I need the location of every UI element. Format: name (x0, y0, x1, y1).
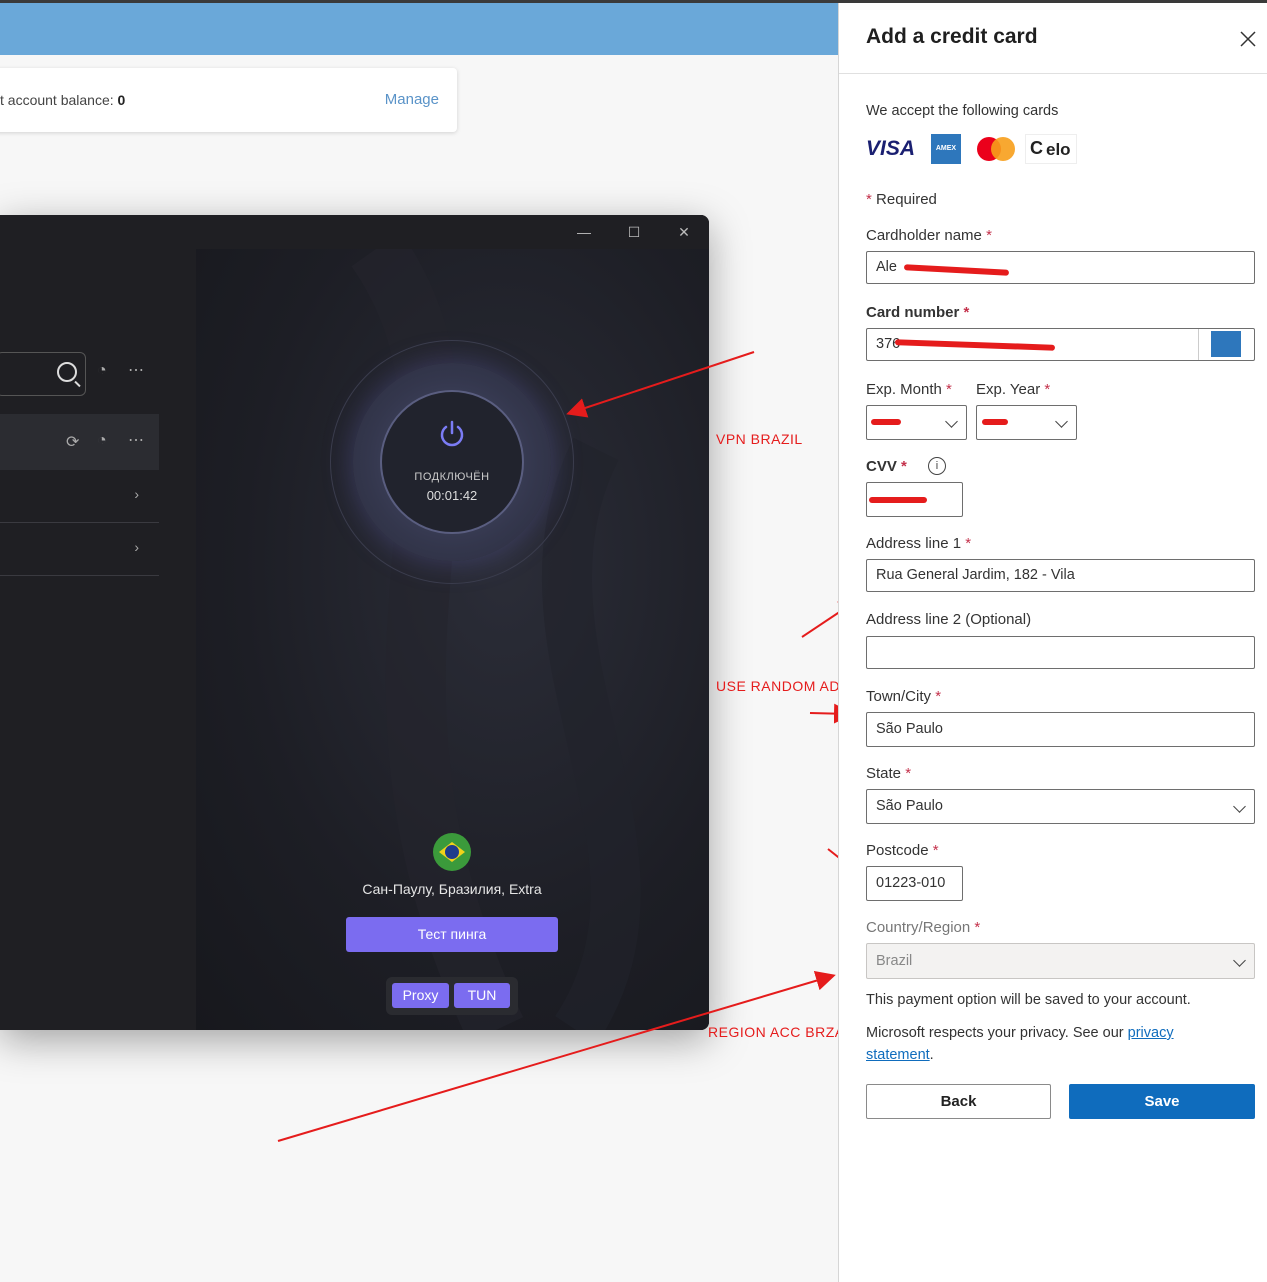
add-card-panel: Add a credit card We accept the followin… (838, 3, 1267, 1282)
annotation-region: REGION ACC BRZAIL (708, 1024, 858, 1040)
visa-logo: VISA (866, 137, 916, 160)
address2-input[interactable] (866, 636, 1255, 669)
address2-label: Address line 2 (Optional) (866, 611, 1032, 628)
country-label: Country/Region * (866, 919, 981, 936)
city-label: Town/City * (866, 688, 942, 705)
chevron-down-icon (1055, 415, 1068, 428)
annotation-vpn-brazil: VPN BRAZIL (716, 431, 803, 447)
mastercard-logo (972, 134, 1022, 164)
cardholder-label: Cardholder name * (866, 227, 992, 244)
privacy-statement-link[interactable]: statement (866, 1047, 930, 1063)
saved-note: This payment option will be saved to you… (866, 992, 1191, 1008)
chevron-down-icon (945, 415, 958, 428)
cvv-label: CVV * (866, 458, 907, 475)
address1-input[interactable]: Rua General Jardim, 182 - Vila (866, 559, 1255, 592)
postcode-input[interactable]: 01223-010 (866, 866, 963, 901)
exp-month-label: Exp. Month * (866, 381, 952, 398)
postcode-label: Postcode * (866, 842, 939, 859)
save-button[interactable]: Save (1069, 1084, 1255, 1119)
required-note: * Required (866, 191, 937, 208)
state-label: State * (866, 765, 912, 782)
elo-logo: C elo (1025, 134, 1077, 164)
amex-logo: AMEX (931, 134, 961, 164)
panel-header: Add a credit card (839, 3, 1267, 74)
back-button[interactable]: Back (866, 1084, 1051, 1119)
state-select[interactable]: São Paulo (866, 789, 1255, 824)
privacy-note: Microsoft respects your privacy. See our… (866, 1025, 1174, 1063)
country-select[interactable]: Brazil (866, 943, 1255, 979)
amex-icon (1198, 329, 1254, 360)
exp-year-label: Exp. Year * (976, 381, 1051, 398)
card-number-label: Card number * (866, 304, 970, 321)
close-icon[interactable] (1239, 30, 1257, 48)
accepted-cards-label: We accept the following cards (866, 103, 1059, 119)
redaction-scribble (982, 419, 1008, 425)
address1-label: Address line 1 * (866, 535, 972, 552)
redaction-scribble (869, 497, 927, 503)
panel-title: Add a credit card (866, 25, 1038, 48)
chevron-down-icon (1233, 800, 1246, 813)
chevron-down-icon (1233, 954, 1246, 967)
city-input[interactable]: São Paulo (866, 712, 1255, 747)
privacy-link[interactable]: privacy (1128, 1025, 1174, 1041)
info-icon[interactable]: i (928, 457, 946, 475)
redaction-scribble (871, 419, 901, 425)
